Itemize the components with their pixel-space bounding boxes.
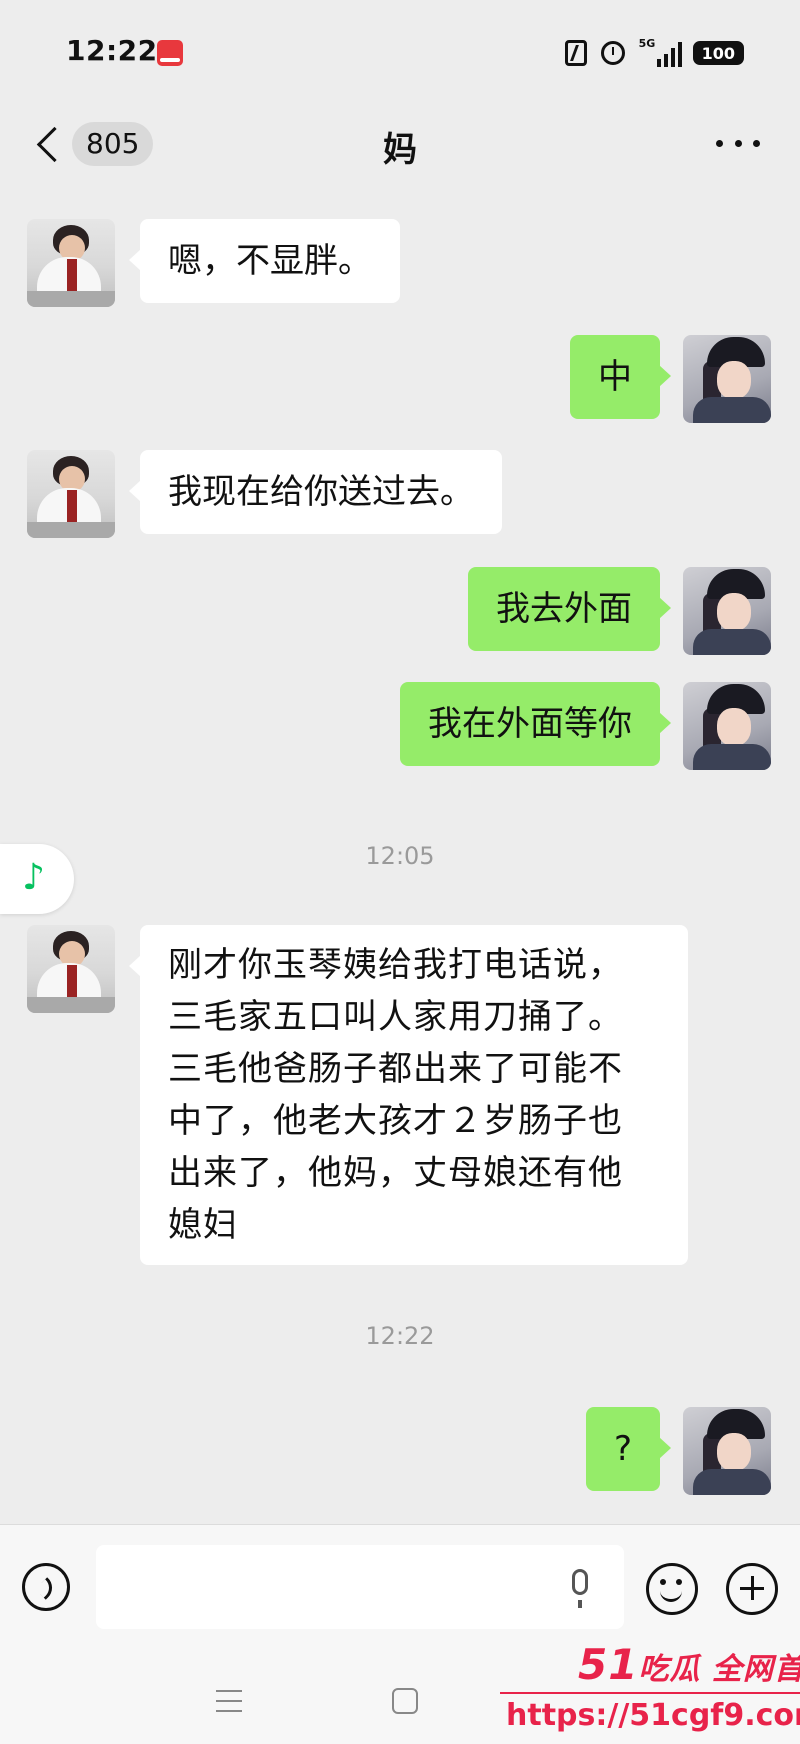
my-avatar[interactable] [683, 567, 771, 655]
contact-avatar[interactable] [27, 925, 115, 1013]
status-time: 12:22 [66, 34, 158, 67]
plus-icon[interactable] [726, 1563, 778, 1615]
outgoing-message[interactable]: 我在外面等你 [400, 682, 671, 766]
watermark: 51吃瓜 全网首发 https://51cgf9.com [500, 1640, 800, 1744]
chat-header: 805 妈 [0, 100, 800, 190]
message-text: 我在外面等你 [428, 704, 632, 744]
message-text: 我去外面 [496, 589, 632, 629]
outgoing-message[interactable]: 我去外面 [468, 567, 671, 651]
voice-input-icon[interactable] [22, 1563, 70, 1611]
status-icons: 5G 100 [564, 36, 744, 70]
incoming-message[interactable]: 刚才你玉琴姨给我打电话说， 三毛家五口叫人家用刀捅了。 三毛他爸肠子都出来了可能… [129, 925, 688, 1265]
outgoing-message[interactable]: ? [585, 1407, 672, 1491]
message-line: 三毛他爸肠子都出来了可能不 [168, 1049, 623, 1089]
message-text: 嗯，不显胖。 [168, 241, 372, 281]
alarm-icon [600, 41, 625, 65]
message-input[interactable] [96, 1545, 624, 1629]
incoming-message[interactable]: 我现在给你送过去。 [129, 450, 502, 534]
my-avatar[interactable] [683, 682, 771, 770]
watermark-divider [500, 1692, 800, 1694]
message-line: 中了，他老大孩才２岁肠子也 [168, 1101, 623, 1141]
message-text: 我现在给你送过去。 [168, 472, 474, 512]
message-timestamp: 12:05 [365, 842, 435, 870]
watermark-text: 吃瓜 全网首发 [638, 1652, 800, 1687]
emoji-icon[interactable] [646, 1563, 698, 1615]
my-avatar[interactable] [683, 335, 771, 423]
message-timestamp: 12:22 [365, 1322, 435, 1350]
mic-icon[interactable] [572, 1569, 588, 1608]
message-line: 刚才你玉琴姨给我打电话说， [168, 945, 623, 985]
message-text: 中 [598, 357, 632, 397]
nav-home-icon[interactable] [392, 1688, 418, 1714]
watermark-title: 51吃瓜 全网首发 [578, 1640, 800, 1689]
my-avatar[interactable] [683, 1407, 771, 1495]
more-icon[interactable] [716, 140, 760, 150]
contact-avatar[interactable] [27, 450, 115, 538]
outgoing-message[interactable]: 中 [570, 335, 671, 419]
chat-input-bar [0, 1524, 800, 1649]
message-line: 媳妇 [168, 1205, 238, 1245]
message-line: 出来了，他妈，丈母娘还有他 [168, 1153, 623, 1193]
status-bar: 12:22 5G 100 [0, 0, 800, 100]
app-notification-icon [157, 40, 183, 66]
watermark-number: 51 [578, 1640, 639, 1689]
incoming-message[interactable]: 嗯，不显胖。 [129, 219, 400, 303]
message-line: 三毛家五口叫人家用刀捅了。 [168, 997, 623, 1037]
nav-menu-icon[interactable] [216, 1690, 242, 1712]
watermark-url: https://51cgf9.com [506, 1698, 800, 1733]
signal-icon: 5G [638, 37, 682, 67]
message-text: ? [613, 1429, 632, 1469]
nfc-icon [564, 40, 587, 66]
chat-title: 妈 [383, 130, 417, 170]
contact-avatar[interactable] [27, 219, 115, 307]
battery-icon: 100 [692, 41, 744, 65]
network-label: 5G [638, 37, 656, 50]
